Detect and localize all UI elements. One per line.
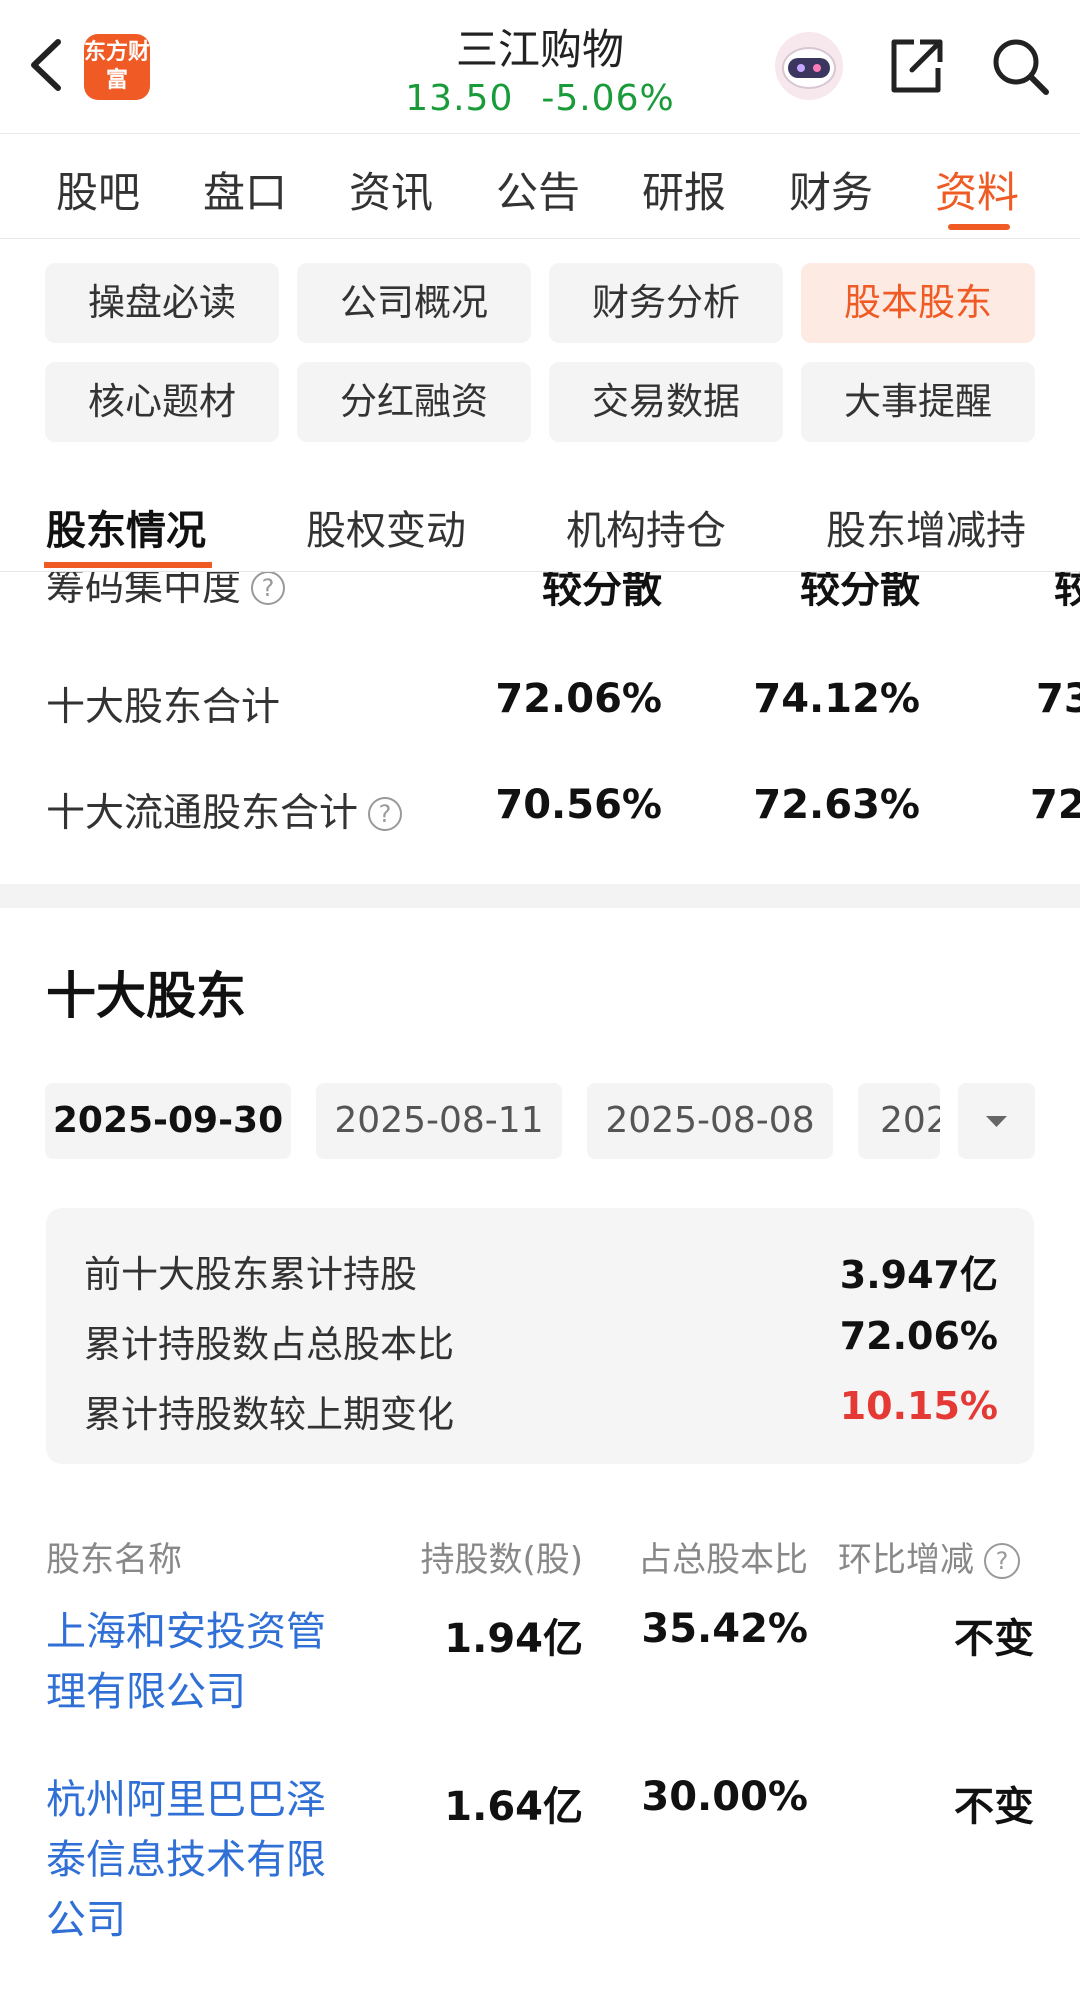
subnav-dividends[interactable]: 分红融资 <box>297 362 531 442</box>
tab-finance[interactable]: 财务 <box>789 159 873 220</box>
tab-shareholder-info[interactable]: 股东情况 <box>46 498 206 556</box>
share-button[interactable] <box>884 34 948 98</box>
subnav-trading-data[interactable]: 交易数据 <box>549 362 783 442</box>
column-header-shares: 持股数(股) <box>420 1540 583 1580</box>
tab-profile[interactable]: 资料 <box>935 159 1019 220</box>
top10-total-value: 73 <box>1036 676 1080 722</box>
ai-assistant-button[interactable] <box>770 30 848 102</box>
question-icon[interactable]: ? <box>984 1543 1020 1579</box>
shareholder-ratio: 30.00% <box>641 1774 808 1820</box>
top10-total-row: 十大股东合计 72.06% 74.12% 73 <box>0 670 1080 730</box>
shareholder-name-link[interactable]: 杭州阿里巴巴泽 泰信息技术有限 公司 <box>46 1770 366 1950</box>
search-icon <box>993 39 1049 95</box>
subnav-company-overview[interactable]: 公司概况 <box>297 263 531 343</box>
tab-news[interactable]: 资讯 <box>349 159 433 220</box>
subnav-financial-analysis[interactable]: 财务分析 <box>549 263 783 343</box>
top10-float-total-value: 72.63% <box>753 782 920 828</box>
summary-label: 累计持股数较上期变化 <box>84 1393 454 1436</box>
tab-research[interactable]: 研报 <box>642 159 726 220</box>
summary-card: 前十大股东累计持股 3.947亿 累计持股数占总股本比 72.06% 累计持股数… <box>46 1208 1034 1464</box>
date-chip[interactable]: 2025-09-30 <box>45 1083 291 1159</box>
robot-icon <box>775 32 843 100</box>
dropdown-caret-icon <box>986 1116 1007 1127</box>
shareholder-name-link[interactable]: 上海和安投资管 理有限公司 <box>46 1602 366 1722</box>
subnav-events[interactable]: 大事提醒 <box>801 362 1035 442</box>
top10-float-total-value: 70.56% <box>495 782 662 828</box>
stock-change: -5.06% <box>541 78 675 119</box>
shareholder-change: 不变 <box>954 1784 1034 1830</box>
top10-total-value: 74.12% <box>753 676 920 722</box>
tab-announcements[interactable]: 公告 <box>496 159 580 220</box>
shareholder-change: 不变 <box>954 1616 1034 1662</box>
column-header-change: 环比增减? <box>838 1532 1020 1581</box>
tab-institution-holdings[interactable]: 机构持仓 <box>566 498 726 556</box>
question-icon[interactable]: ? <box>368 797 403 831</box>
section-divider <box>0 884 1080 908</box>
date-chip[interactable]: 2025-08-11 <box>316 1083 562 1159</box>
top10-total-value: 72.06% <box>495 676 662 722</box>
stock-price: 13.50 <box>405 78 514 119</box>
column-header-ratio: 占总股本比 <box>638 1540 808 1580</box>
tab-pankou[interactable]: 盘口 <box>203 159 287 220</box>
shareholder-ratio: 35.42% <box>641 1606 808 1652</box>
shareholder-shares: 1.94亿 <box>444 1616 583 1662</box>
column-header-name: 股东名称 <box>46 1540 182 1580</box>
main-tab-bar: 股吧 盘口 资讯 公告 研报 财务 资料 <box>0 135 1080 239</box>
tab-equity-changes[interactable]: 股权变动 <box>306 498 466 556</box>
question-icon[interactable]: ? <box>251 571 286 605</box>
tab-holder-changes[interactable]: 股东增减持 <box>826 498 1026 556</box>
summary-change-value: 10.15% <box>839 1384 998 1428</box>
top-bar: 东方财富 三江购物 13.50 -5.06% <box>0 0 1080 134</box>
subnav-shareholders[interactable]: 股本股东 <box>801 263 1035 343</box>
top10-total-label: 十大股东合计 <box>46 685 281 730</box>
summary-label: 前十大股东累计持股 <box>84 1253 417 1296</box>
date-dropdown-button[interactable] <box>958 1083 1035 1159</box>
summary-value: 72.06% <box>839 1314 998 1358</box>
shareholder-shares: 1.64亿 <box>444 1784 583 1830</box>
summary-value: 3.947亿 <box>839 1253 998 1297</box>
summary-label: 累计持股数占总股本比 <box>84 1323 454 1366</box>
section-title: 十大股东 <box>46 967 246 1025</box>
subnav-trading-guide[interactable]: 操盘必读 <box>45 263 279 343</box>
search-button[interactable] <box>988 34 1052 98</box>
top10-float-total-label: 十大流通股东合计? <box>46 782 403 838</box>
subnav-core-themes[interactable]: 核心题材 <box>45 362 279 442</box>
date-chip[interactable]: 202 <box>858 1083 940 1159</box>
section-tab-bar: 股东情况 股权变动 机构持仓 股东增减持 <box>0 468 1080 572</box>
section-tab-indicator <box>44 562 212 568</box>
top10-float-total-row: 十大流通股东合计? 70.56% 72.63% 72 <box>0 776 1080 836</box>
active-tab-indicator <box>948 224 1010 230</box>
top10-float-total-value: 72 <box>1030 782 1080 828</box>
share-icon <box>891 39 943 93</box>
date-chip[interactable]: 2025-08-08 <box>587 1083 833 1159</box>
tab-guba[interactable]: 股吧 <box>56 159 140 220</box>
